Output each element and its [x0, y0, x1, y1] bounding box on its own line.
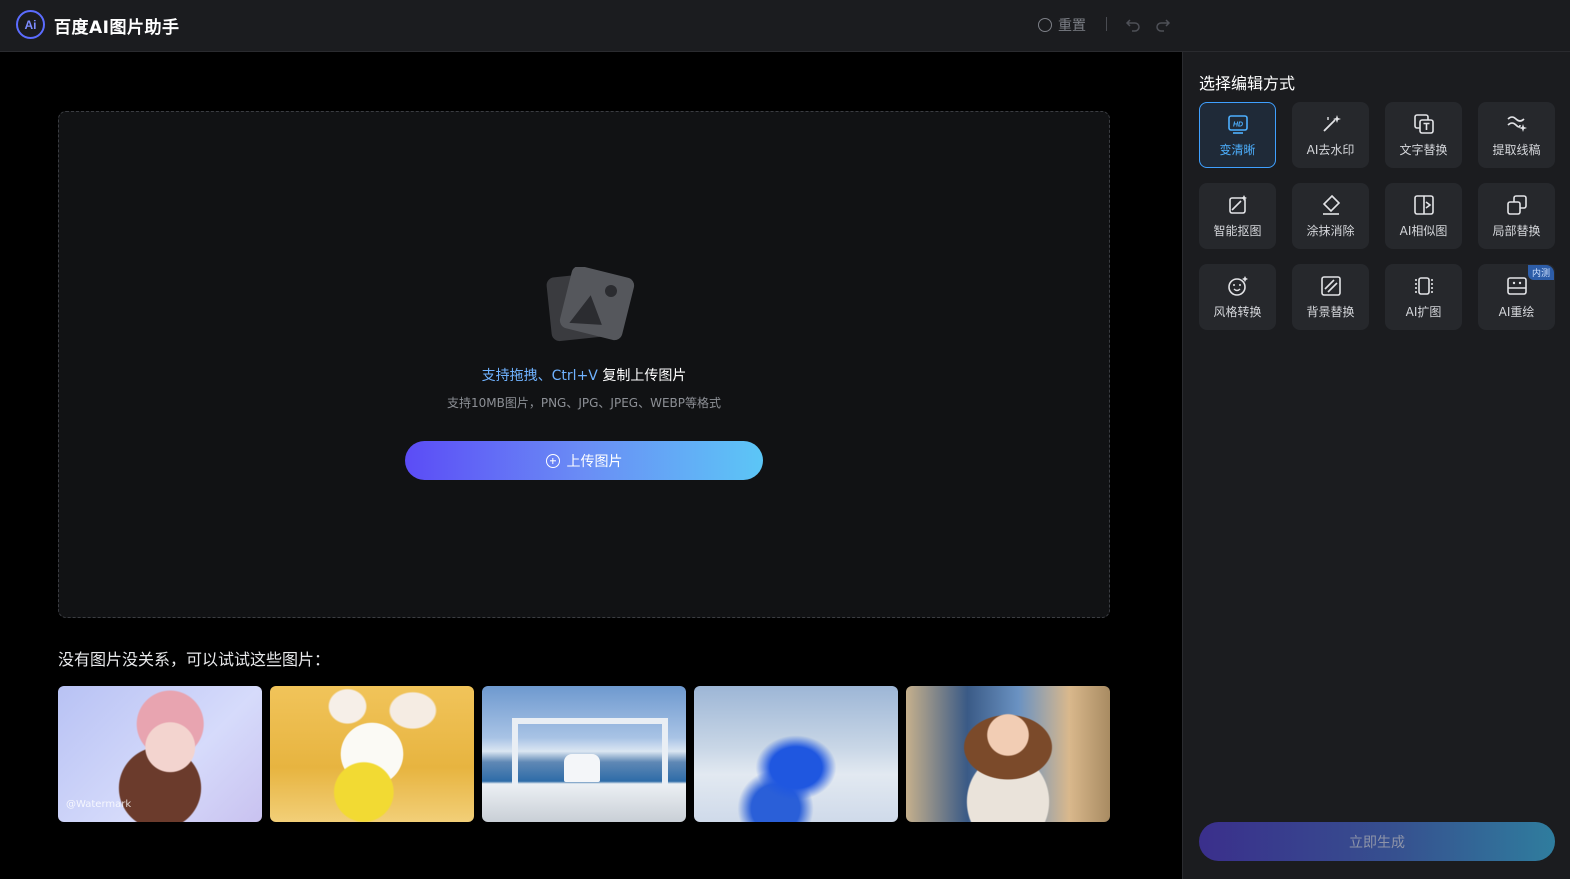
tool-label: 涂抹消除: [1306, 223, 1355, 238]
tool-label: 文字替换: [1399, 142, 1448, 157]
upload-hint: 支持拖拽、Ctrl+V 复制上传图片: [59, 365, 1109, 385]
upload-format-note: 支持10MB图片，PNG、JPG、JPEG、WEBP等格式: [446, 396, 721, 410]
cutout-icon: [1227, 194, 1249, 216]
tool-line-art[interactable]: 提取线稿: [1478, 102, 1555, 168]
tool-label: 局部替换: [1492, 223, 1541, 238]
image-placeholder-icon: [546, 267, 635, 342]
generate-button-label: 立即生成: [1349, 834, 1405, 851]
tool-expand-image[interactable]: AI扩图: [1385, 264, 1462, 330]
redo-button[interactable]: [1154, 14, 1172, 34]
tool-label: AI扩图: [1405, 304, 1442, 319]
generate-button[interactable]: 立即生成: [1199, 822, 1555, 861]
sample-image-girl-hat[interactable]: @Watermark: [58, 686, 262, 822]
undo-button[interactable]: [1124, 14, 1142, 34]
expand-image-icon: [1413, 275, 1435, 297]
upload-hint-accent: 支持拖拽、Ctrl+V: [481, 368, 598, 384]
sample-image-blue-chair[interactable]: [694, 686, 898, 822]
magic-wand-icon: [1320, 113, 1342, 135]
sample-image-rabbit[interactable]: [270, 686, 474, 822]
hd-icon: HD: [1227, 113, 1249, 135]
upload-dropzone[interactable]: 支持拖拽、Ctrl+V 复制上传图片 支持10MB图片，PNG、JPG、JPEG…: [58, 111, 1110, 618]
tool-background-replace[interactable]: 背景替换: [1292, 264, 1369, 330]
sample-image-woman-scarf[interactable]: [906, 686, 1110, 822]
tool-text-replace[interactable]: 文字替换: [1385, 102, 1462, 168]
upload-button-label: 上传图片: [566, 453, 623, 470]
undo-icon: [1125, 19, 1140, 32]
watermark-text: @Watermark: [66, 799, 132, 810]
tool-partial-replace[interactable]: 局部替换: [1478, 183, 1555, 249]
redraw-icon: [1506, 275, 1528, 297]
beta-badge: 内测: [1527, 265, 1554, 280]
tool-label: AI相似图: [1399, 223, 1448, 238]
app-title: 百度AI图片助手: [54, 18, 180, 38]
sample-image-pool-couple[interactable]: [482, 686, 686, 822]
tool-remove-watermark[interactable]: AI去水印: [1292, 102, 1369, 168]
samples-title: 没有图片没关系，可以试试这些图片：: [58, 650, 331, 669]
tool-erase[interactable]: 涂抹消除: [1292, 183, 1369, 249]
tool-redraw[interactable]: 内测 AI重绘: [1478, 264, 1555, 330]
tool-cutout[interactable]: 智能抠图: [1199, 183, 1276, 249]
divider: [1106, 17, 1107, 31]
top-bar: Ai 百度AI图片助手 重置: [0, 0, 1570, 52]
reset-icon: [1038, 18, 1052, 32]
logo: Ai: [16, 10, 45, 39]
edit-panel: 选择编辑方式 HD 变清晰 AI去水印 文字替换 提取线稿 智能抠图 涂抹消除 …: [1182, 52, 1570, 879]
tool-style-transfer[interactable]: 风格转换: [1199, 264, 1276, 330]
upload-hint-rest: 复制上传图片: [597, 368, 687, 384]
tool-label: AI去水印: [1306, 142, 1355, 157]
svg-text:HD: HD: [1232, 121, 1242, 128]
tool-label: 背景替换: [1306, 304, 1355, 319]
tool-label: AI重绘: [1498, 304, 1535, 319]
similar-image-icon: [1413, 194, 1435, 216]
reset-button[interactable]: 重置: [1038, 15, 1086, 35]
text-replace-icon: [1413, 113, 1435, 135]
tool-label: 智能抠图: [1213, 223, 1262, 238]
tool-label: 变清晰: [1219, 142, 1256, 157]
line-art-icon: [1506, 113, 1528, 135]
tool-label: 风格转换: [1213, 304, 1262, 319]
plus-circle-icon: [545, 453, 560, 468]
tool-enhance[interactable]: HD 变清晰: [1199, 102, 1276, 168]
background-replace-icon: [1320, 275, 1342, 297]
reset-label: 重置: [1058, 18, 1086, 34]
sample-images: @Watermark: [58, 686, 1110, 822]
main-area: 支持拖拽、Ctrl+V 复制上传图片 支持10MB图片，PNG、JPG、JPEG…: [0, 52, 1182, 879]
style-transfer-icon: [1227, 275, 1249, 297]
upload-image-button[interactable]: 上传图片: [405, 441, 763, 480]
partial-replace-icon: [1506, 194, 1528, 216]
eraser-icon: [1320, 194, 1342, 216]
tool-similar-image[interactable]: AI相似图: [1385, 183, 1462, 249]
panel-title: 选择编辑方式: [1199, 74, 1296, 93]
tool-label: 提取线稿: [1492, 142, 1541, 157]
tool-grid: HD 变清晰 AI去水印 文字替换 提取线稿 智能抠图 涂抹消除 AI相似图 局…: [1199, 102, 1555, 330]
redo-icon: [1156, 19, 1171, 32]
